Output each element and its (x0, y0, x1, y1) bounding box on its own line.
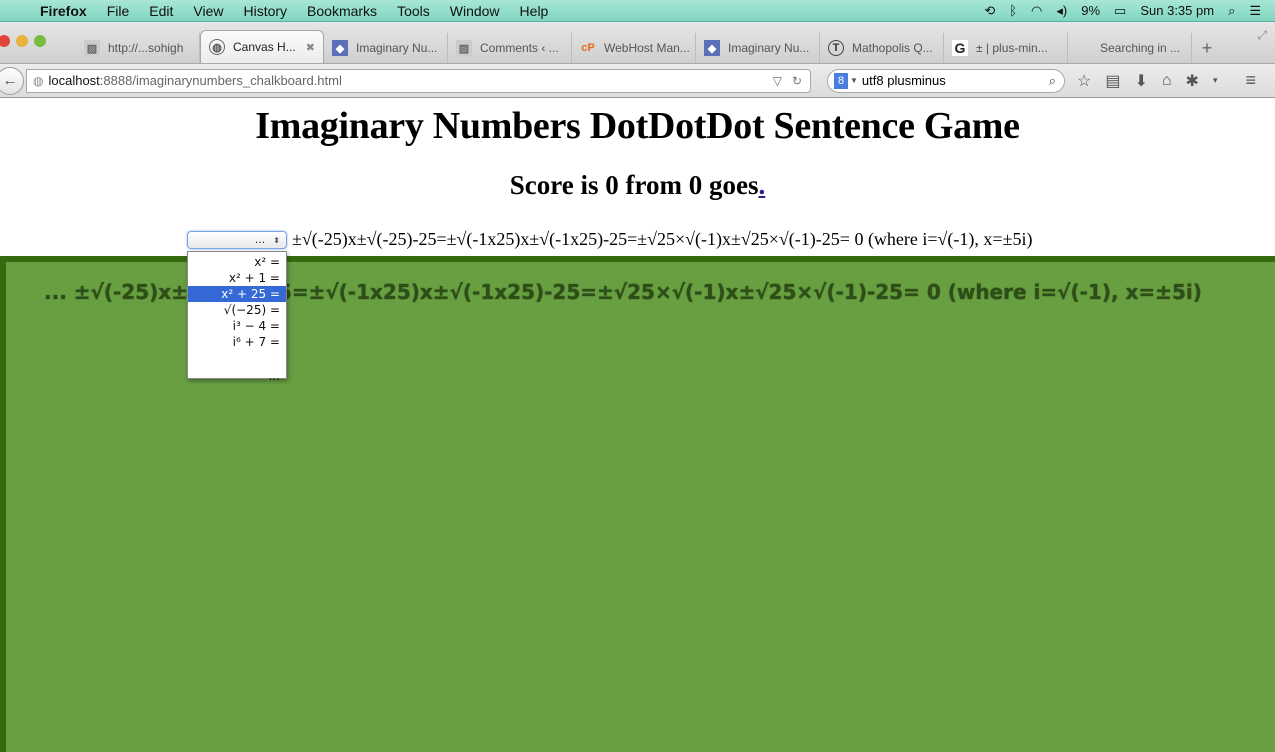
dropdown-option[interactable]: i⁶ + 7 = (188, 334, 286, 350)
search-input[interactable]: utf8 plusminus (862, 73, 946, 88)
bluetooth-icon[interactable]: ᛒ (1009, 3, 1017, 18)
reload-icon[interactable]: ↻ (792, 74, 802, 88)
battery-icon[interactable]: ▭ (1114, 3, 1126, 19)
tab[interactable]: ◆ Imaginary Nu... (696, 33, 820, 63)
answer-dropdown-list[interactable]: x² = x² + 1 = x² + 25 = √(−25) = i³ − 4 … (187, 251, 287, 383)
fullscreen-icon[interactable]: ⤢ (1257, 28, 1267, 43)
reading-list-icon[interactable]: ▤ (1105, 71, 1120, 91)
site-icon: ◆ (332, 40, 348, 56)
menu-app-name[interactable]: Firefox (40, 3, 87, 19)
menu-history[interactable]: History (243, 3, 287, 19)
tab[interactable]: T Mathopolis Q... (820, 33, 944, 63)
home-icon[interactable]: ⌂ (1162, 72, 1172, 90)
url-path: :8888/imaginarynumbers_chalkboard.html (99, 73, 342, 88)
dropdown-option[interactable]: √(−25) = (188, 302, 286, 318)
url-host: localhost (48, 73, 100, 88)
window-controls (0, 35, 46, 47)
cpanel-icon: cP (581, 42, 595, 54)
score-heading: Score is 0 from 0 goes. (0, 170, 1275, 201)
tab[interactable]: ▨ http://...sohigh (76, 33, 200, 63)
back-arrow-icon: ← (2, 72, 18, 89)
url-bar[interactable]: ◍ localhost:8888/imaginarynumbers_chalkb… (26, 68, 811, 93)
menu-tools[interactable]: Tools (397, 3, 430, 19)
search-bar[interactable]: 8 ▼ utf8 plusminus ⌕ (827, 68, 1065, 93)
wifi-icon[interactable]: ◠ (1031, 3, 1042, 19)
zoom-window-button[interactable] (34, 35, 46, 47)
tab-label: Comments ‹ ... (480, 41, 559, 55)
download-icon[interactable]: ⬇ (1134, 71, 1147, 91)
page-icon: ▨ (456, 40, 472, 56)
menu-view[interactable]: View (193, 3, 223, 19)
tab-label: Imaginary Nu... (356, 41, 438, 55)
menu-help[interactable]: Help (520, 3, 549, 19)
tab-label: Canvas H... (233, 40, 296, 54)
tab-label: WebHost Man... (604, 41, 690, 55)
page-title: Imaginary Numbers DotDotDot Sentence Gam… (255, 105, 1020, 147)
dropdown-option-selected[interactable]: x² + 25 = (188, 286, 286, 302)
tab-label: Imaginary Nu... (728, 41, 810, 55)
tab[interactable]: cP WebHost Man... (572, 33, 696, 63)
hamburger-menu-icon[interactable]: ≡ (1245, 70, 1256, 91)
url-dropdown-icon[interactable]: ▽ (773, 74, 782, 88)
search-icon[interactable]: ⌕ (1049, 73, 1056, 89)
dropdown-option[interactable]: ... (188, 368, 286, 384)
navigation-bar: ← ◍ localhost:8888/imaginarynumbers_chal… (0, 64, 1275, 98)
tab[interactable]: G ± | plus-min... (944, 33, 1068, 63)
addon-icon[interactable]: ✱ (1186, 71, 1199, 91)
volume-icon[interactable]: ◂) (1056, 3, 1067, 19)
page-icon: ▨ (84, 40, 100, 56)
google-search-engine-icon[interactable]: 8 (834, 72, 848, 89)
dropdown-option[interactable]: x² = (188, 254, 286, 270)
spotlight-icon[interactable]: ⌕ (1228, 3, 1235, 19)
notification-center-icon[interactable]: ☰ (1249, 3, 1261, 19)
score-text: Score is 0 from 0 goes (509, 170, 759, 200)
menu-file[interactable]: File (107, 3, 130, 19)
dropdown-option[interactable]: x² + 1 = (188, 270, 286, 286)
menu-bookmarks[interactable]: Bookmarks (307, 3, 377, 19)
answer-select[interactable]: ... ⬍ (187, 231, 287, 249)
mathopolis-icon: T (828, 40, 844, 56)
back-button[interactable]: ← (0, 66, 24, 95)
tabs: ▨ http://...sohigh ◍ Canvas H... ✖ ◆ Ima… (76, 29, 1222, 63)
clock[interactable]: Sun 3:35 pm (1140, 3, 1214, 18)
select-arrows-icon: ⬍ (273, 236, 280, 245)
tab[interactable]: Searching in ... (1068, 33, 1192, 63)
tab-label: ± | plus-min... (976, 41, 1048, 55)
bookmark-star-icon[interactable]: ☆ (1077, 71, 1091, 91)
time-machine-icon[interactable]: ⟲ (984, 3, 995, 19)
close-tab-icon[interactable]: ✖ (306, 41, 315, 54)
site-icon: ◆ (704, 40, 720, 56)
minimize-window-button[interactable] (16, 35, 28, 47)
globe-icon: ◍ (33, 73, 44, 88)
google-icon: G (952, 40, 968, 56)
tab-active[interactable]: ◍ Canvas H... ✖ (200, 30, 324, 63)
close-window-button[interactable] (0, 35, 10, 47)
new-tab-button[interactable]: + (1192, 33, 1222, 63)
tab[interactable]: ▨ Comments ‹ ... (448, 33, 572, 63)
search-engine-dropdown-icon[interactable]: ▼ (850, 76, 858, 85)
status-icons: ⟲ ᛒ ◠ ◂) 9% ▭ Sun 3:35 pm ⌕ ☰ (984, 3, 1275, 19)
toolbar-icons: ☆ ▤ ⬇ ⌂ ✱ ▾ ≡ (1077, 70, 1256, 91)
tab[interactable]: ◆ Imaginary Nu... (324, 33, 448, 63)
mac-menu-bar: Firefox File Edit View History Bookmarks… (0, 0, 1275, 22)
addon-dropdown-icon[interactable]: ▾ (1213, 75, 1218, 86)
select-value: ... (254, 233, 266, 246)
page-content: Imaginary Numbers DotDotDot Sentence Gam… (0, 98, 1275, 752)
globe-icon: ◍ (209, 39, 225, 55)
score-link[interactable]: . (758, 170, 765, 200)
tab-label: Searching in ... (1100, 41, 1181, 55)
battery-percent: 9% (1081, 3, 1101, 18)
dropdown-option[interactable]: i³ − 4 = (188, 318, 286, 334)
tab-strip: ▨ http://...sohigh ◍ Canvas H... ✖ ◆ Ima… (0, 22, 1275, 64)
sentence-text: ±√(-25)x±√(-25)-25=±√(-1x25)x±√(-1x25)-2… (292, 229, 1033, 249)
menu-edit[interactable]: Edit (149, 3, 173, 19)
dropdown-option-blank[interactable] (188, 350, 286, 366)
tab-label: Mathopolis Q... (852, 41, 933, 55)
menu-window[interactable]: Window (450, 3, 500, 19)
tab-label: http://...sohigh (108, 41, 184, 55)
